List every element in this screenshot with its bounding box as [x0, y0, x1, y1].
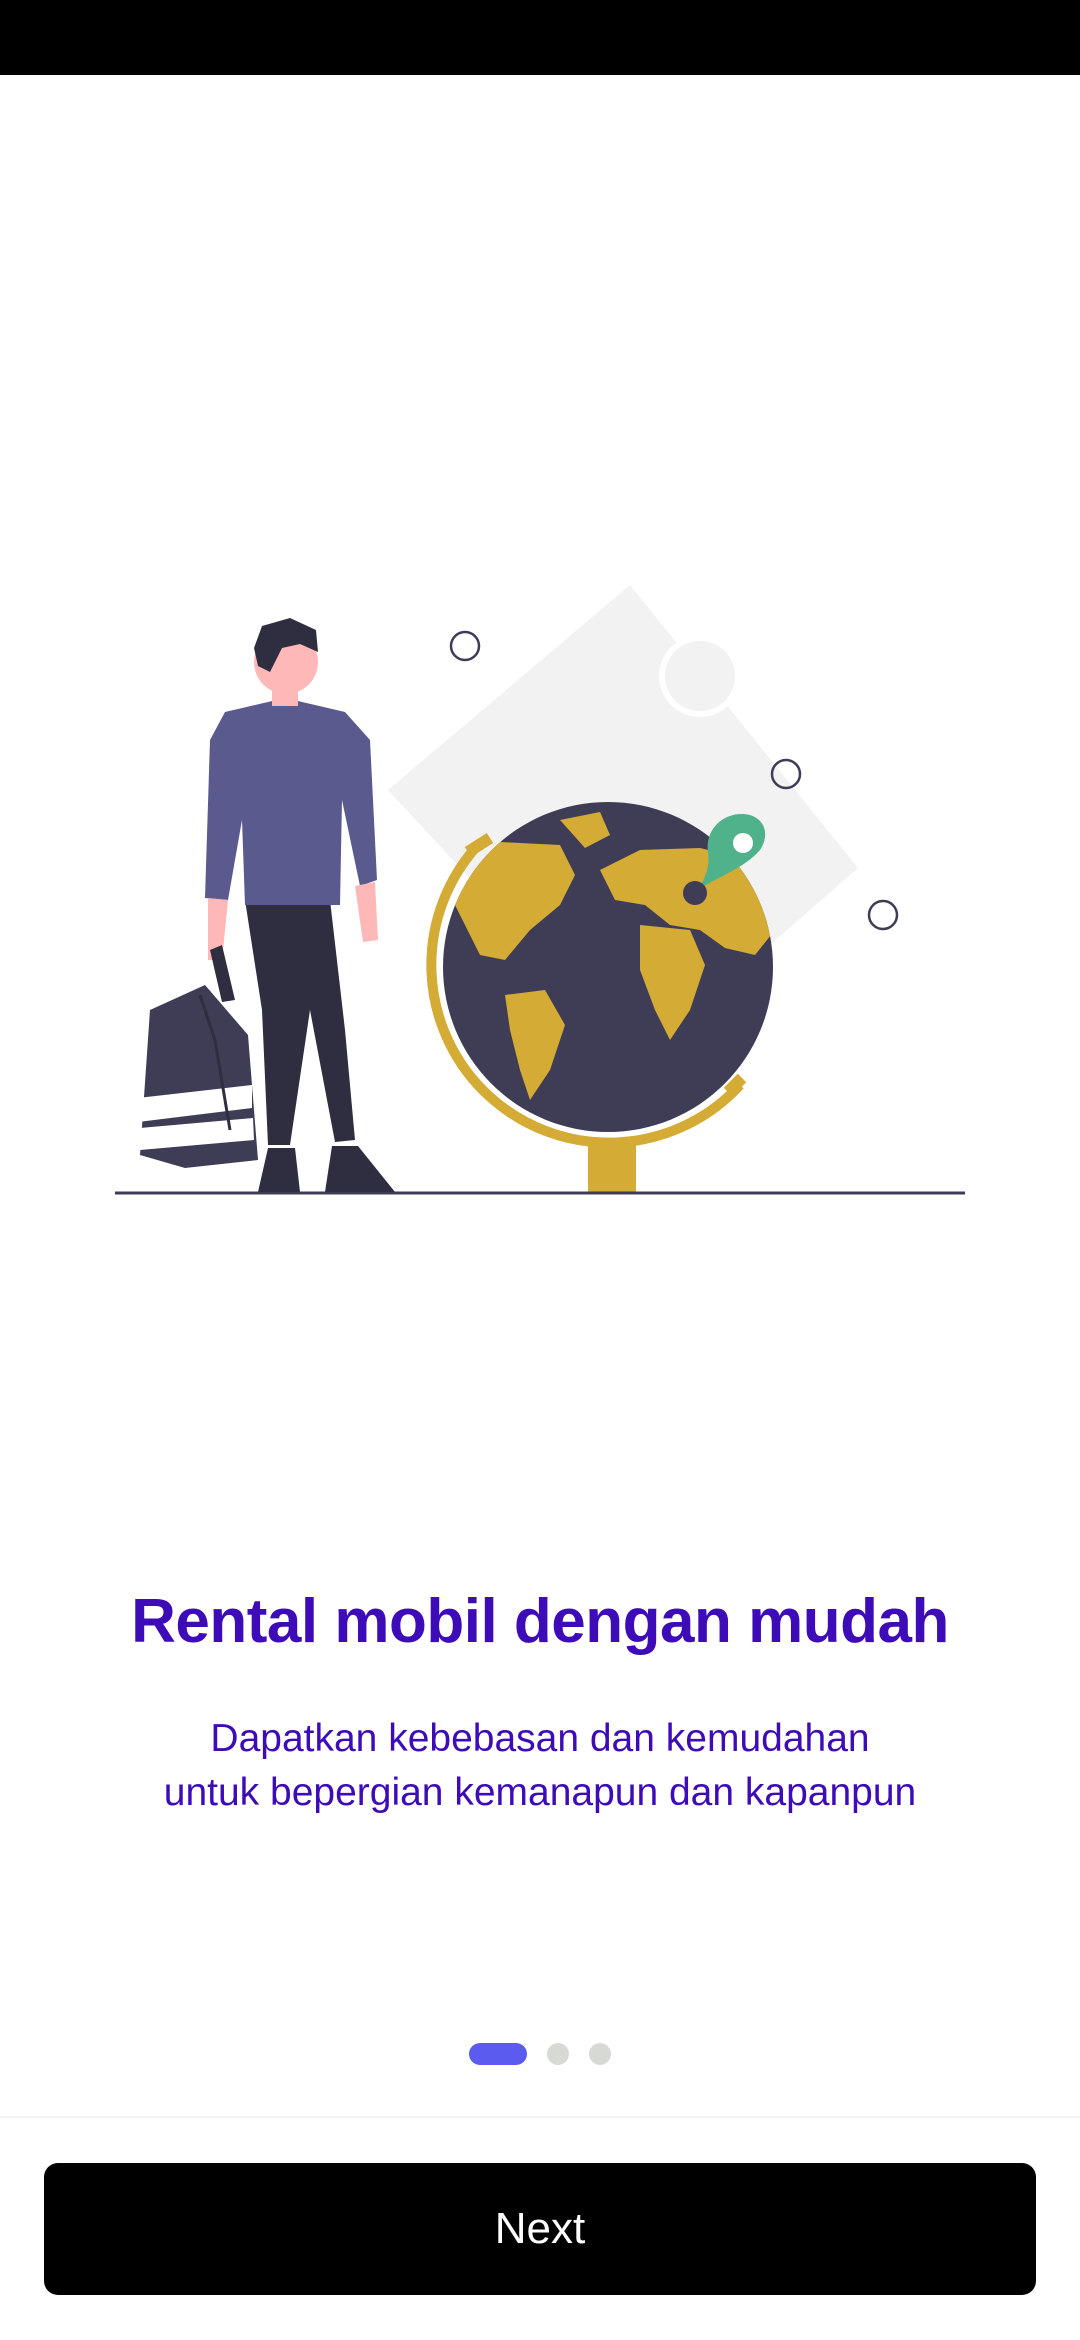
- decor-circle: [449, 630, 481, 662]
- subtitle-line-1: Dapatkan kebebasan dan kemudahan: [210, 1717, 870, 1760]
- page-indicator: [0, 2042, 1080, 2066]
- duffel-bag: [138, 945, 258, 1168]
- page-dot-1-active[interactable]: [469, 2043, 527, 2065]
- page-subtitle: Dapatkan kebebasan dan kemudahan untuk b…: [0, 1712, 1080, 1820]
- page-dot-3[interactable]: [589, 2043, 611, 2065]
- page-title: Rental mobil dengan mudah: [131, 1587, 949, 1656]
- onboarding-screen: Rental mobil dengan mudah Dapatkan kebeb…: [0, 0, 1080, 2340]
- next-button[interactable]: Next: [44, 2163, 1036, 2295]
- traveler-globe-illustration: [115, 585, 965, 1195]
- bottom-divider: [0, 2116, 1080, 2118]
- status-bar: [0, 0, 1080, 75]
- page-dot-2[interactable]: [547, 2043, 569, 2065]
- subtitle-line-2: untuk bepergian kemanapun dan kapanpun: [163, 1771, 917, 1814]
- decor-circle: [867, 899, 899, 931]
- globe-stand-base: [588, 1140, 636, 1194]
- decor-circle: [659, 635, 741, 717]
